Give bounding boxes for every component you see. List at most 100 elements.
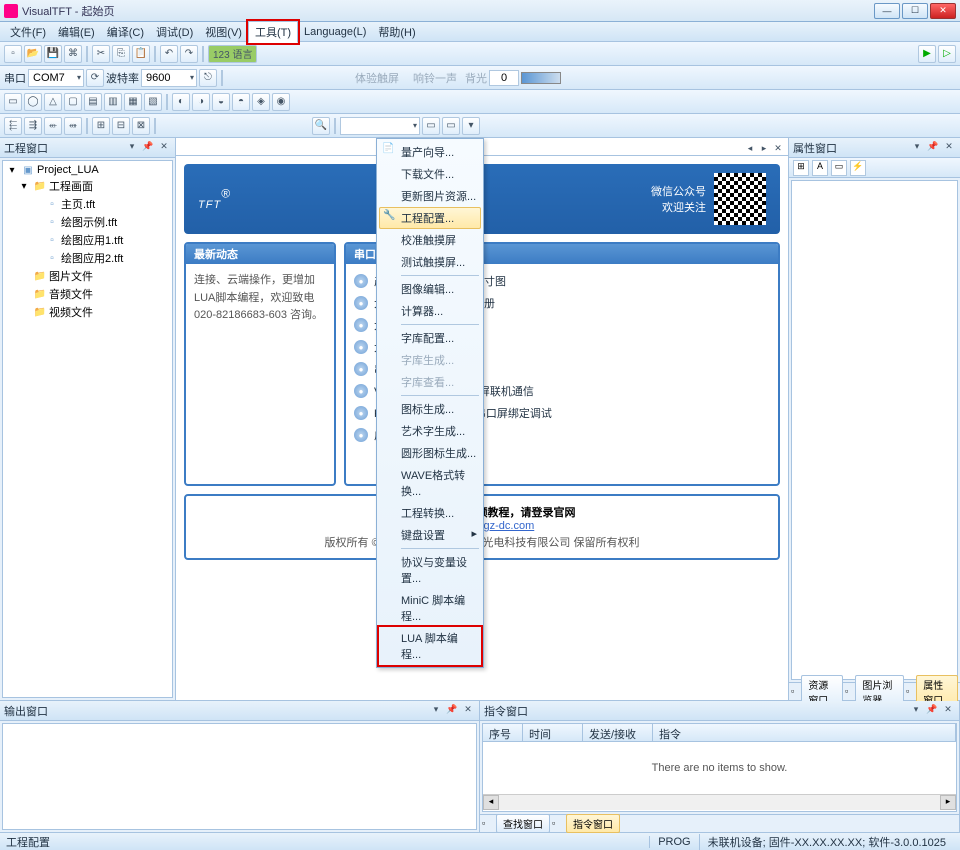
out-menu-icon[interactable]: ▾ <box>429 704 443 718</box>
z3-icon[interactable]: ▾ <box>462 117 480 135</box>
paste-icon[interactable]: 📋 <box>132 45 150 63</box>
cmd-close-icon[interactable]: ✕ <box>941 704 955 718</box>
play-icon[interactable]: ▷ <box>938 45 956 63</box>
open-icon[interactable]: 📂 <box>24 45 42 63</box>
dropdown-item[interactable]: 圆形图标生成... <box>379 442 481 464</box>
cut-icon[interactable]: ✂ <box>92 45 110 63</box>
zoom-combo[interactable] <box>340 117 420 135</box>
a6-icon[interactable]: ⊟ <box>112 117 130 135</box>
menu-language[interactable]: Language(L) <box>298 24 372 40</box>
dropdown-item[interactable]: 校准触摸屏 <box>379 229 481 251</box>
lang-button[interactable]: 123 语言 <box>208 45 257 63</box>
close-button[interactable]: ✕ <box>930 3 956 19</box>
prop-menu-icon[interactable]: ▾ <box>910 141 924 155</box>
dropdown-item[interactable]: 字库配置... <box>379 327 481 349</box>
tree-file[interactable]: 绘图示例.tft <box>61 214 117 230</box>
dropdown-item[interactable]: 工程配置...🔧 <box>379 207 481 229</box>
backlight-slider[interactable] <box>521 72 561 84</box>
dropdown-item[interactable]: 测试触摸屏... <box>379 251 481 273</box>
out-pin-icon[interactable]: 📌 <box>445 704 459 718</box>
tree-group-images[interactable]: 图片文件 <box>49 268 93 284</box>
z1-icon[interactable]: ▭ <box>422 117 440 135</box>
a1-icon[interactable]: ⬱ <box>4 117 22 135</box>
dropdown-item[interactable]: 艺术字生成... <box>379 420 481 442</box>
prop-cat-icon[interactable]: ⊞ <box>793 160 809 176</box>
w2-icon[interactable]: ◯ <box>24 93 42 111</box>
menu-file[interactable]: 文件(F) <box>4 22 52 42</box>
menu-edit[interactable]: 编辑(E) <box>52 22 101 42</box>
col-time[interactable]: 时间 <box>523 724 583 741</box>
tab-prev-icon[interactable]: ◂ <box>744 143 756 155</box>
w5-icon[interactable]: ▤ <box>84 93 102 111</box>
redo-icon[interactable]: ↷ <box>180 45 198 63</box>
refresh-icon[interactable]: ⟳ <box>86 69 104 87</box>
menu-compile[interactable]: 编译(C) <box>101 22 150 42</box>
prop-close-icon[interactable]: ✕ <box>942 141 956 155</box>
z2-icon[interactable]: ▭ <box>442 117 460 135</box>
dropdown-item[interactable]: MiniC 脚本编程... <box>379 589 481 627</box>
tree-file[interactable]: 绘图应用1.tft <box>61 232 123 248</box>
w1-icon[interactable]: ▭ <box>4 93 22 111</box>
menu-debug[interactable]: 调试(D) <box>150 22 199 42</box>
scroll-left-icon[interactable]: ◂ <box>483 795 499 810</box>
w7-icon[interactable]: ▦ <box>124 93 142 111</box>
menu-help[interactable]: 帮助(H) <box>372 22 421 42</box>
copy-icon[interactable]: ⎘ <box>112 45 130 63</box>
w9-icon[interactable]: ◐ <box>172 93 190 111</box>
out-close-icon[interactable]: ✕ <box>461 704 475 718</box>
dropdown-item[interactable]: 协议与变量设置... <box>379 551 481 589</box>
dropdown-item[interactable]: 图标生成... <box>379 398 481 420</box>
w14-icon[interactable]: ◉ <box>272 93 290 111</box>
run-icon[interactable]: ▶ <box>918 45 936 63</box>
a5-icon[interactable]: ⊞ <box>92 117 110 135</box>
tree-root[interactable]: Project_LUA <box>37 164 99 176</box>
new-icon[interactable]: ▫ <box>4 45 22 63</box>
saveall-icon[interactable]: ⌘ <box>64 45 82 63</box>
output-body[interactable] <box>2 723 477 830</box>
menu-tools[interactable]: 工具(T) <box>248 21 298 43</box>
tab-close-icon[interactable]: ✕ <box>772 143 784 155</box>
undo-icon[interactable]: ↶ <box>160 45 178 63</box>
w4-icon[interactable]: ▢ <box>64 93 82 111</box>
w11-icon[interactable]: ◒ <box>212 93 230 111</box>
cmd-menu-icon[interactable]: ▾ <box>909 704 923 718</box>
panel-pin-icon[interactable]: 📌 <box>141 141 155 155</box>
tab-command[interactable]: 指令窗口 <box>566 814 620 833</box>
prop-ev-icon[interactable]: ⚡ <box>850 160 866 176</box>
panel-close-icon[interactable]: ✕ <box>157 141 171 155</box>
touch-test[interactable]: 体验触屏 <box>349 70 405 86</box>
dropdown-item[interactable]: 量产向导...📄 <box>379 141 481 163</box>
w6-icon[interactable]: ▥ <box>104 93 122 111</box>
minimize-button[interactable]: — <box>874 3 900 19</box>
prop-pin-icon[interactable]: 📌 <box>926 141 940 155</box>
port-combo[interactable]: COM7 <box>28 69 84 87</box>
w3-icon[interactable]: △ <box>44 93 62 111</box>
a2-icon[interactable]: ⇶ <box>24 117 42 135</box>
prop-pg-icon[interactable]: ▭ <box>831 160 847 176</box>
menu-view[interactable]: 视图(V) <box>199 22 248 42</box>
panel-menu-icon[interactable]: ▾ <box>125 141 139 155</box>
project-tree[interactable]: ▾▣Project_LUA ▾📁工程画面 ▫主页.tft ▫绘图示例.tft ▫… <box>2 160 173 698</box>
bell-test[interactable]: 响铃一声 <box>407 70 463 86</box>
w10-icon[interactable]: ◑ <box>192 93 210 111</box>
w8-icon[interactable]: ▧ <box>144 93 162 111</box>
a3-icon[interactable]: ⬴ <box>44 117 62 135</box>
hscroll[interactable]: ◂ ▸ <box>483 794 956 810</box>
prop-az-icon[interactable]: A <box>812 160 828 176</box>
dropdown-item[interactable]: 下载文件... <box>379 163 481 185</box>
col-idx[interactable]: 序号 <box>483 724 523 741</box>
baud-combo[interactable]: 9600 <box>141 69 197 87</box>
command-body[interactable]: 序号 时间 发送/接收 指令 There are no items to sho… <box>482 723 957 812</box>
dropdown-item[interactable]: LUA 脚本编程... <box>379 627 481 665</box>
w13-icon[interactable]: ◈ <box>252 93 270 111</box>
col-dir[interactable]: 发送/接收 <box>583 724 653 741</box>
dropdown-item[interactable]: 更新图片资源... <box>379 185 481 207</box>
backlight-input[interactable] <box>489 70 519 86</box>
tree-group-audio[interactable]: 音频文件 <box>49 286 93 302</box>
property-grid[interactable] <box>791 180 958 680</box>
connect-icon[interactable]: ⎋ <box>199 69 217 87</box>
dropdown-item[interactable]: 计算器... <box>379 300 481 322</box>
col-cmd[interactable]: 指令 <box>653 724 956 741</box>
a7-icon[interactable]: ⊠ <box>132 117 150 135</box>
a4-icon[interactable]: ⬵ <box>64 117 82 135</box>
